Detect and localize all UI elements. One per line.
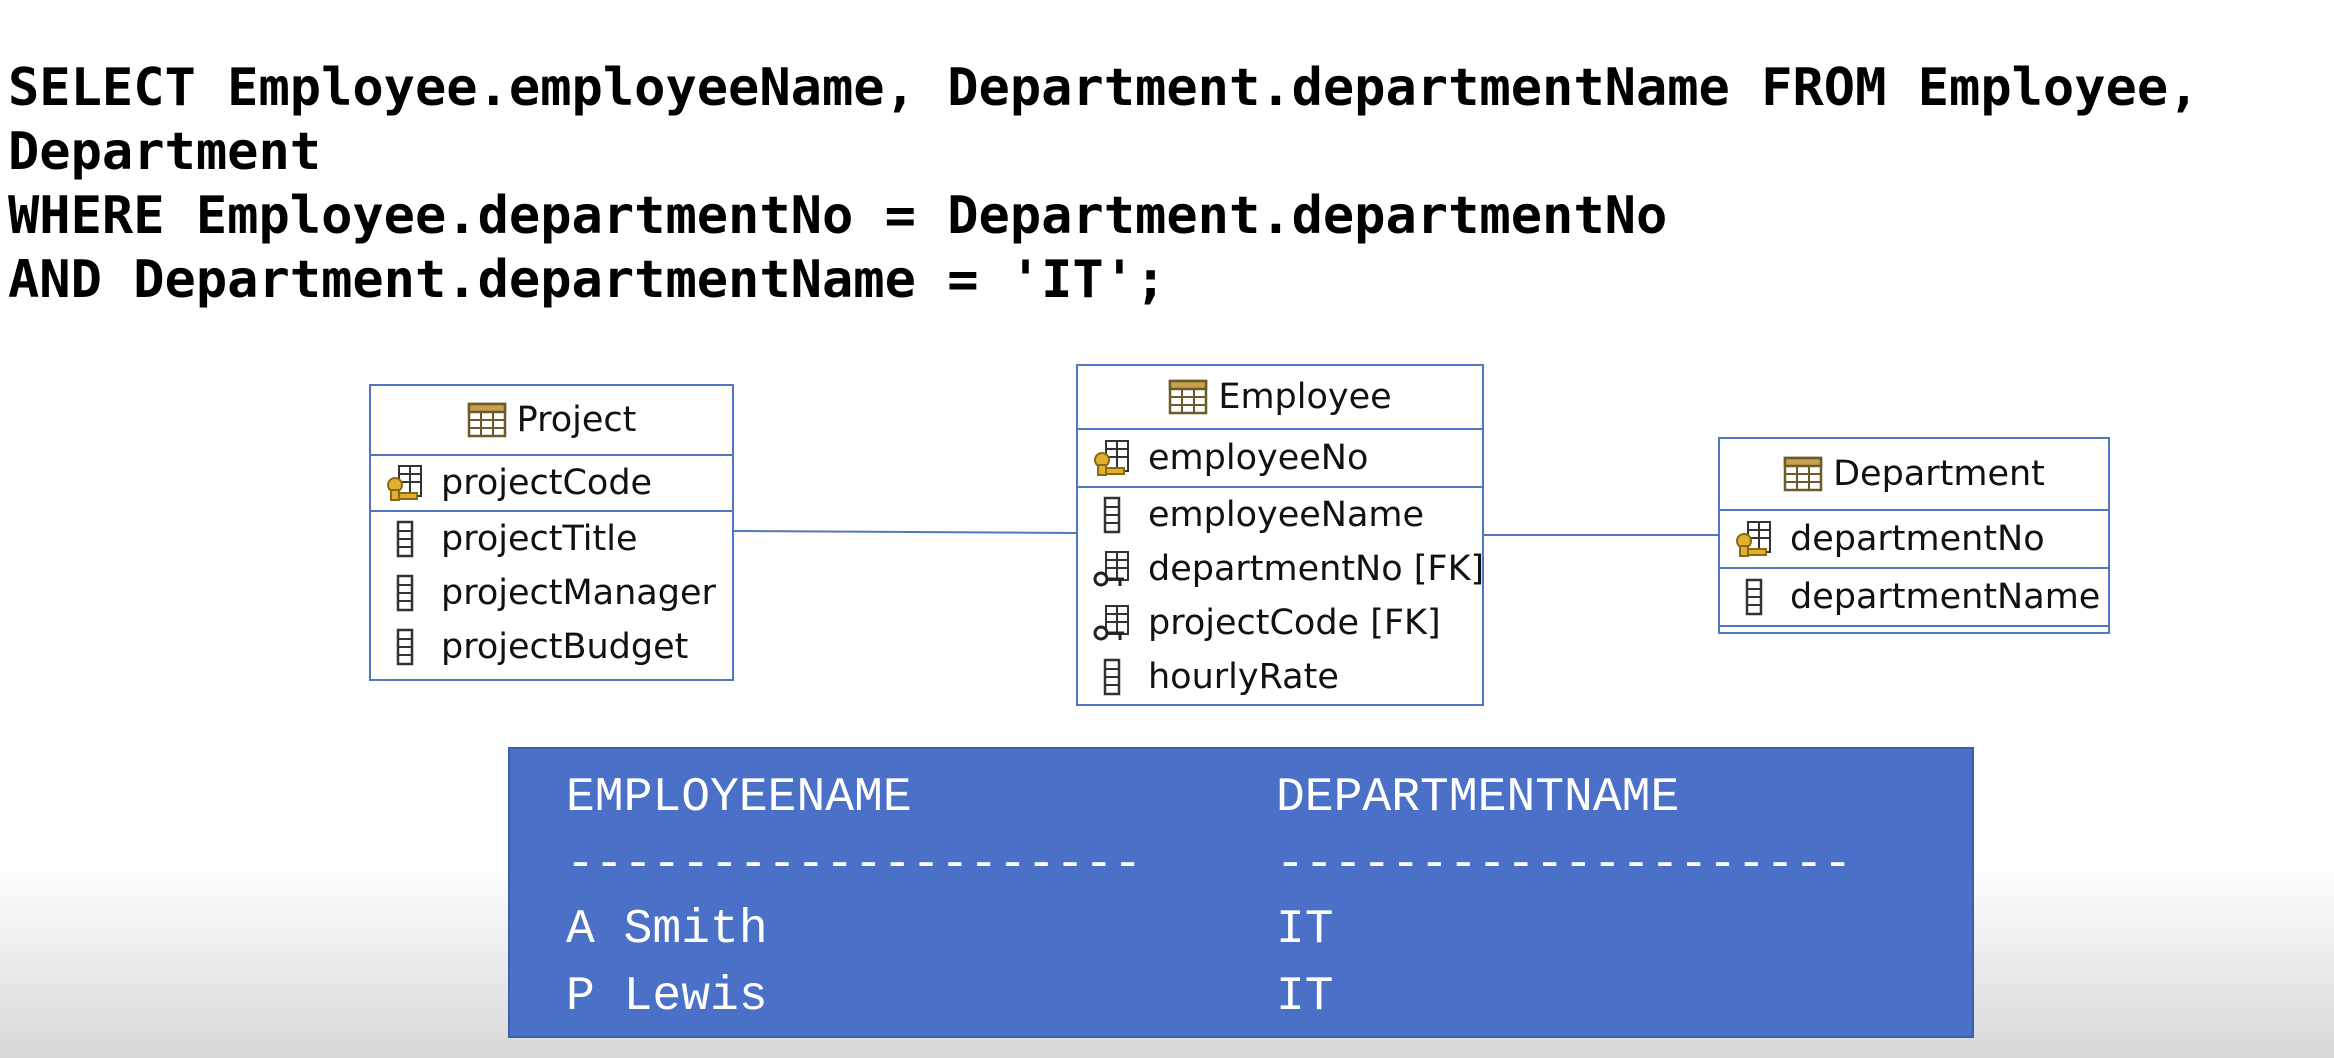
- entity-field-row: employeeNo: [1078, 430, 1482, 486]
- entity-field-row: projectManager: [371, 566, 732, 620]
- field-label: departmentNo [FK]: [1148, 549, 1485, 589]
- table-icon: [1168, 377, 1208, 417]
- field-label: projectCode [FK]: [1148, 603, 1441, 643]
- table-icon: [1783, 454, 1823, 494]
- field-label: departmentNo: [1790, 519, 2045, 559]
- entity-field-row: departmentName: [1720, 569, 2108, 627]
- entity-field-row: employeeName: [1078, 488, 1482, 542]
- column-icon: [1092, 495, 1132, 535]
- result-cell-departmentname: IT: [1276, 970, 1334, 1024]
- primary-key-icon: [1092, 438, 1132, 478]
- field-label: departmentName: [1790, 577, 2101, 617]
- column-icon: [385, 573, 425, 613]
- department-primary-key-section: departmentNo: [1720, 511, 2108, 569]
- foreign-key-icon: [1092, 603, 1132, 643]
- result-header-employeename: EMPLOYEENAME: [566, 771, 912, 825]
- entity-field-row: projectBudget: [371, 620, 732, 674]
- result-separator: --------------------: [566, 838, 1143, 892]
- department-entity-header: Department: [1720, 439, 2108, 511]
- project-entity-title: Project: [516, 400, 637, 440]
- entity-field-row: projectCode: [371, 456, 732, 510]
- employee-entity-header: Employee: [1078, 366, 1482, 430]
- result-separator: --------------------: [1276, 838, 1853, 892]
- primary-key-icon: [385, 463, 425, 503]
- field-label: projectManager: [441, 573, 716, 613]
- department-entity-title: Department: [1833, 454, 2045, 494]
- entity-field-row: projectCode [FK]: [1078, 596, 1482, 650]
- project-entity: Project projectCode projectTitle project…: [369, 384, 734, 681]
- employee-entity: Employee employeeNo employeeName departm…: [1076, 364, 1484, 706]
- result-cell-employeename: P Lewis: [566, 970, 768, 1024]
- query-result-panel: EMPLOYEENAME DEPARTMENTNAME ------------…: [508, 747, 1974, 1038]
- project-employee-relationship-line: [733, 530, 1077, 534]
- column-icon: [1092, 657, 1132, 697]
- result-cell-departmentname: IT: [1276, 903, 1334, 957]
- entity-field-row: departmentNo [FK]: [1078, 542, 1485, 596]
- field-label: employeeName: [1148, 495, 1425, 535]
- project-entity-header: Project: [371, 386, 732, 456]
- table-icon: [467, 400, 507, 440]
- column-icon: [385, 519, 425, 559]
- department-entity: Department departmentNo departmentName: [1718, 437, 2110, 634]
- entity-field-row: departmentNo: [1720, 511, 2108, 567]
- project-primary-key-section: projectCode: [371, 456, 732, 512]
- entity-field-row: projectTitle: [371, 512, 732, 566]
- employee-primary-key-section: employeeNo: [1078, 430, 1482, 488]
- entity-field-row: hourlyRate: [1078, 650, 1482, 704]
- result-header-departmentname: DEPARTMENTNAME: [1276, 771, 1680, 825]
- field-label: projectBudget: [441, 627, 689, 667]
- column-icon: [1734, 577, 1774, 617]
- field-label: hourlyRate: [1148, 657, 1339, 697]
- field-label: projectCode: [441, 463, 653, 503]
- field-label: employeeNo: [1148, 438, 1369, 478]
- foreign-key-icon: [1092, 549, 1132, 589]
- column-icon: [385, 627, 425, 667]
- primary-key-icon: [1734, 519, 1774, 559]
- field-label: projectTitle: [441, 519, 638, 559]
- employee-entity-title: Employee: [1218, 377, 1392, 417]
- result-cell-employeename: A Smith: [566, 903, 768, 957]
